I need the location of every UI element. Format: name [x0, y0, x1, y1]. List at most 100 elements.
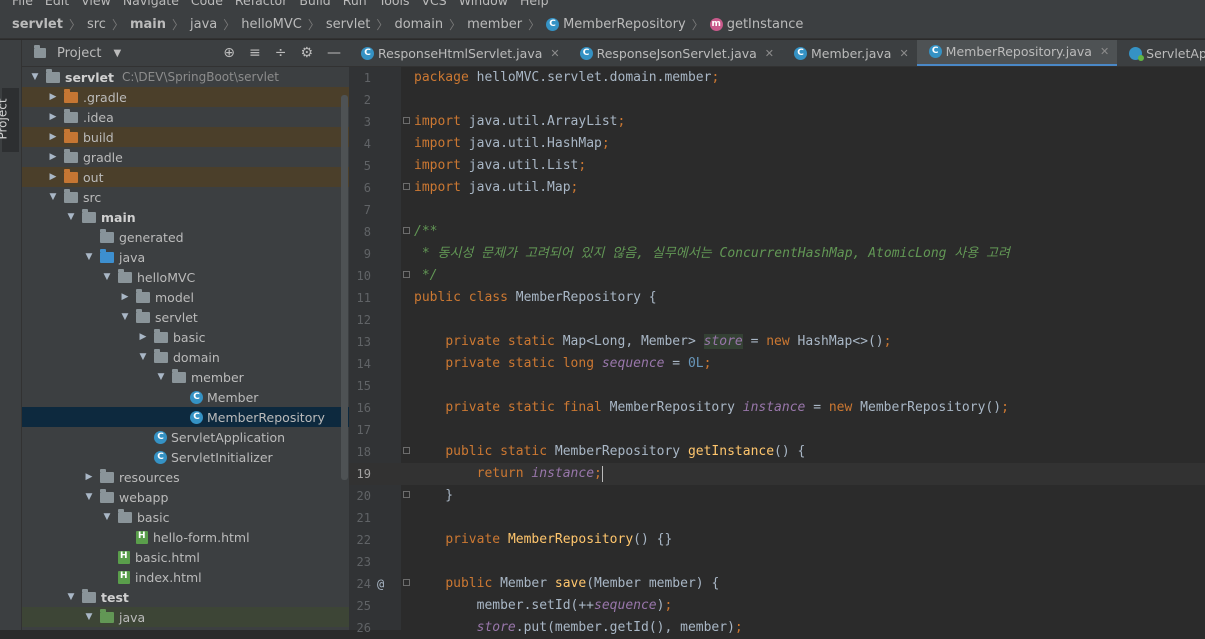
breadcrumb-item[interactable]: helloMVC — [241, 17, 302, 32]
menu-item[interactable]: Run — [343, 0, 367, 8]
breadcrumb-item[interactable]: java — [190, 17, 217, 32]
chevron-right-icon[interactable]: ▶ — [46, 152, 60, 162]
locate-icon[interactable]: ⊕ — [223, 45, 235, 61]
tree-item[interactable]: ▶ resources — [22, 467, 349, 487]
tree-item[interactable]: C ServletInitializer — [22, 447, 349, 467]
menu-item[interactable]: View — [81, 0, 111, 8]
breadcrumb-item[interactable]: getInstance — [727, 17, 804, 32]
tree-item[interactable]: ▼ helloMVC — [22, 267, 349, 287]
tree-item[interactable]: basic.html — [22, 547, 349, 567]
tree-item[interactable]: ▼ src — [22, 187, 349, 207]
chevron-down-icon[interactable]: ▼ — [100, 272, 114, 282]
fold-marker-icon[interactable] — [403, 117, 410, 124]
menu-item[interactable]: Edit — [45, 0, 69, 8]
menu-item[interactable]: Refactor — [235, 0, 287, 8]
chevron-down-icon[interactable]: ▼ — [64, 592, 78, 602]
tree-item[interactable]: ▶ .idea — [22, 107, 349, 127]
chevron-down-icon[interactable]: ▼ — [82, 492, 96, 502]
override-icon[interactable]: @ — [377, 573, 384, 595]
editor-tab[interactable]: ServletApplication.java✕ — [1117, 40, 1205, 66]
project-tool-button[interactable]: Project — [0, 88, 19, 152]
chevron-right-icon[interactable]: ▶ — [118, 292, 132, 302]
menu-item[interactable]: VCS — [422, 0, 447, 8]
tree-item[interactable]: C ServletApplication — [22, 427, 349, 447]
menu-item[interactable]: Build — [299, 0, 330, 8]
tree-item[interactable]: ▼ java — [22, 607, 349, 627]
tree-item[interactable]: ▼ domain — [22, 347, 349, 367]
close-icon[interactable]: ✕ — [765, 47, 774, 60]
chevron-down-icon[interactable]: ▼ — [82, 612, 96, 622]
chevron-right-icon[interactable]: ▶ — [82, 472, 96, 482]
close-icon[interactable]: ✕ — [1100, 45, 1109, 58]
breadcrumb-item[interactable]: servlet — [326, 17, 371, 32]
breadcrumb-item[interactable]: servlet — [12, 17, 63, 32]
breadcrumb-item[interactable]: main — [130, 17, 166, 32]
tree-item[interactable]: ▼ test — [22, 587, 349, 607]
tree-item[interactable]: generated — [22, 227, 349, 247]
collapse-all-icon[interactable]: ÷ — [275, 45, 287, 61]
menu-item[interactable]: File — [12, 0, 33, 8]
project-title[interactable]: Project — [57, 46, 101, 61]
tree-item[interactable]: ▼ basic — [22, 507, 349, 527]
tree-scrollbar[interactable] — [341, 95, 348, 480]
chevron-down-icon[interactable]: ▼ — [46, 192, 60, 202]
fold-marker-icon[interactable] — [403, 271, 410, 278]
breadcrumb-item[interactable]: MemberRepository — [563, 17, 686, 32]
expand-all-icon[interactable]: ≡ — [249, 45, 261, 61]
tree-item[interactable]: ▼ member — [22, 367, 349, 387]
chevron-right-icon[interactable]: ▶ — [46, 92, 60, 102]
fold-marker-icon[interactable] — [403, 579, 410, 586]
breadcrumb-item[interactable]: member — [467, 17, 522, 32]
tree-item[interactable]: index.html — [22, 567, 349, 587]
tree-item[interactable]: ▼ main — [22, 207, 349, 227]
editor-tab[interactable]: C Member.java ✕ — [782, 40, 917, 66]
tree-item[interactable]: ▶ .gradle — [22, 87, 349, 107]
chevron-down-icon[interactable]: ▼ — [118, 312, 132, 322]
menu-item[interactable]: Navigate — [123, 0, 179, 8]
fold-marker-icon[interactable] — [403, 447, 410, 454]
tree-item[interactable]: ▶ model — [22, 287, 349, 307]
line-number: 2 — [363, 93, 371, 107]
tree-item[interactable]: C Member — [22, 387, 349, 407]
chevron-right-icon[interactable]: ▶ — [46, 112, 60, 122]
chevron-down-icon[interactable]: ▼ — [136, 352, 150, 362]
fold-marker-icon[interactable] — [403, 227, 410, 234]
chevron-down-icon[interactable]: ▼ — [28, 72, 42, 82]
menu-item[interactable]: Code — [191, 0, 223, 8]
tree-item[interactable]: ▶ gradle — [22, 147, 349, 167]
code-area[interactable]: 1 package helloMVC.servlet.domain.member;… — [349, 67, 1205, 635]
tree-item[interactable]: hello-form.html — [22, 527, 349, 547]
chevron-down-icon[interactable]: ▼ — [64, 212, 78, 222]
chevron-right-icon[interactable]: ▶ — [46, 132, 60, 142]
tree-item[interactable]: ▶ build — [22, 127, 349, 147]
tree-item[interactable]: ▼ servlet C:\DEV\SpringBoot\servlet — [22, 67, 349, 87]
editor-tab[interactable]: C MemberRepository.java ✕ — [916, 40, 1118, 66]
editor-tab[interactable]: C ResponseJsonServlet.java ✕ — [568, 40, 782, 66]
gear-icon[interactable]: ⚙ — [300, 45, 313, 61]
chevron-right-icon[interactable]: ▶ — [46, 172, 60, 182]
breadcrumb-item[interactable]: src — [87, 17, 106, 32]
fold-marker-icon[interactable] — [403, 183, 410, 190]
tree-item[interactable]: ▼ servlet — [22, 307, 349, 327]
chevron-down-icon[interactable]: ▼ — [82, 252, 96, 262]
menu-item[interactable]: Tools — [379, 0, 410, 8]
tree-item[interactable]: C MemberRepository — [22, 407, 349, 427]
menu-item[interactable]: Help — [520, 0, 549, 8]
close-icon[interactable]: ✕ — [550, 47, 559, 60]
tree-item[interactable]: ▼ webapp — [22, 487, 349, 507]
editor-tab[interactable]: C ResponseHtmlServlet.java ✕ — [349, 40, 568, 66]
tree-item[interactable]: ▶ basic — [22, 327, 349, 347]
minimize-icon[interactable]: — — [327, 45, 341, 61]
chevron-down-icon[interactable]: ▼ — [154, 372, 168, 382]
chevron-right-icon[interactable]: ▶ — [136, 332, 150, 342]
chevron-down-icon[interactable]: ▼ — [113, 48, 121, 59]
fold-marker-icon[interactable] — [403, 491, 410, 498]
chevron-down-icon[interactable]: ▼ — [100, 512, 114, 522]
tree-item[interactable]: ▶ out — [22, 167, 349, 187]
close-icon[interactable]: ✕ — [899, 47, 908, 60]
breadcrumb-item[interactable]: domain — [394, 17, 443, 32]
tree-item[interactable]: ▼ java — [22, 247, 349, 267]
menu-item[interactable]: Window — [459, 0, 508, 8]
